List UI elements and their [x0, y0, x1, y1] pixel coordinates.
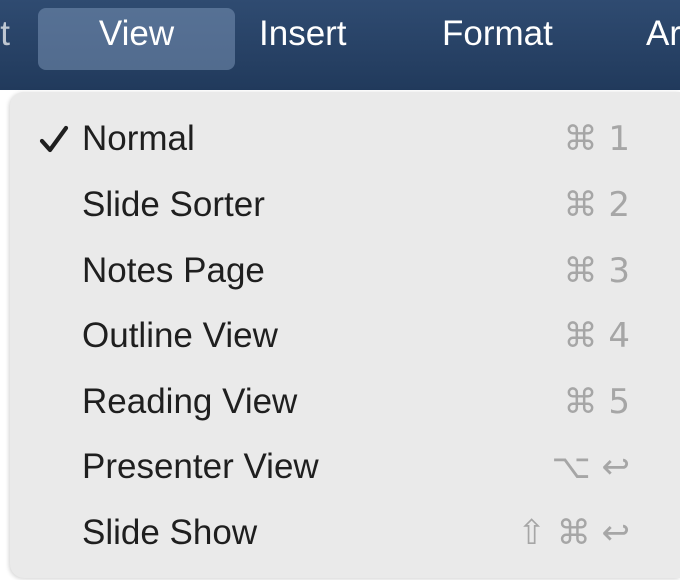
menu-item-slide-sorter[interactable]: Slide Sorter ⌘ 2 — [10, 176, 680, 236]
keyboard-shortcut: ⌘ 2 — [563, 185, 630, 225]
view-dropdown-menu: Normal ⌘ 1 Slide Sorter ⌘ 2 Notes Page ⌘… — [10, 92, 680, 578]
keyboard-shortcut: ⇧ ⌘ ↩ — [517, 513, 630, 553]
menu-item-label: Normal — [82, 119, 195, 158]
menu-item-reading-view[interactable]: Reading View ⌘ 5 — [10, 373, 680, 433]
menu-item-outline-view[interactable]: Outline View ⌘ 4 — [10, 307, 680, 367]
menu-item-label: Outline View — [82, 316, 278, 355]
keyboard-shortcut: ⌘ 5 — [563, 382, 630, 422]
menu-item-notes-page[interactable]: Notes Page ⌘ 3 — [10, 242, 680, 302]
format-menu-button[interactable]: Format — [442, 8, 553, 70]
view-menu-button[interactable]: View — [38, 8, 235, 70]
menu-item-presenter-view[interactable]: Presenter View ⌥ ↩ — [10, 438, 680, 498]
menu-item-label: Slide Sorter — [82, 185, 265, 224]
keyboard-shortcut: ⌘ 3 — [563, 251, 630, 291]
checkmark-icon — [34, 120, 74, 160]
previous-menu-fragment[interactable]: t — [0, 8, 10, 70]
keyboard-shortcut: ⌘ 1 — [563, 119, 630, 159]
menu-item-label: Slide Show — [82, 513, 258, 552]
menu-item-normal[interactable]: Normal ⌘ 1 — [10, 110, 680, 170]
clipped-next-menu-button[interactable]: Ar — [646, 8, 680, 70]
menu-item-label: Notes Page — [82, 251, 265, 290]
insert-menu-button[interactable]: Insert — [259, 8, 347, 70]
application-menubar: t View Insert Format Ar — [0, 0, 680, 90]
keyboard-shortcut: ⌥ ↩ — [551, 447, 630, 487]
keyboard-shortcut: ⌘ 4 — [563, 316, 630, 356]
menu-item-label: Presenter View — [82, 447, 319, 486]
menu-item-slide-show[interactable]: Slide Show ⇧ ⌘ ↩ — [10, 504, 680, 564]
application-screen: t View Insert Format Ar Normal ⌘ 1 Slide… — [0, 0, 680, 580]
menu-item-label: Reading View — [82, 382, 298, 421]
